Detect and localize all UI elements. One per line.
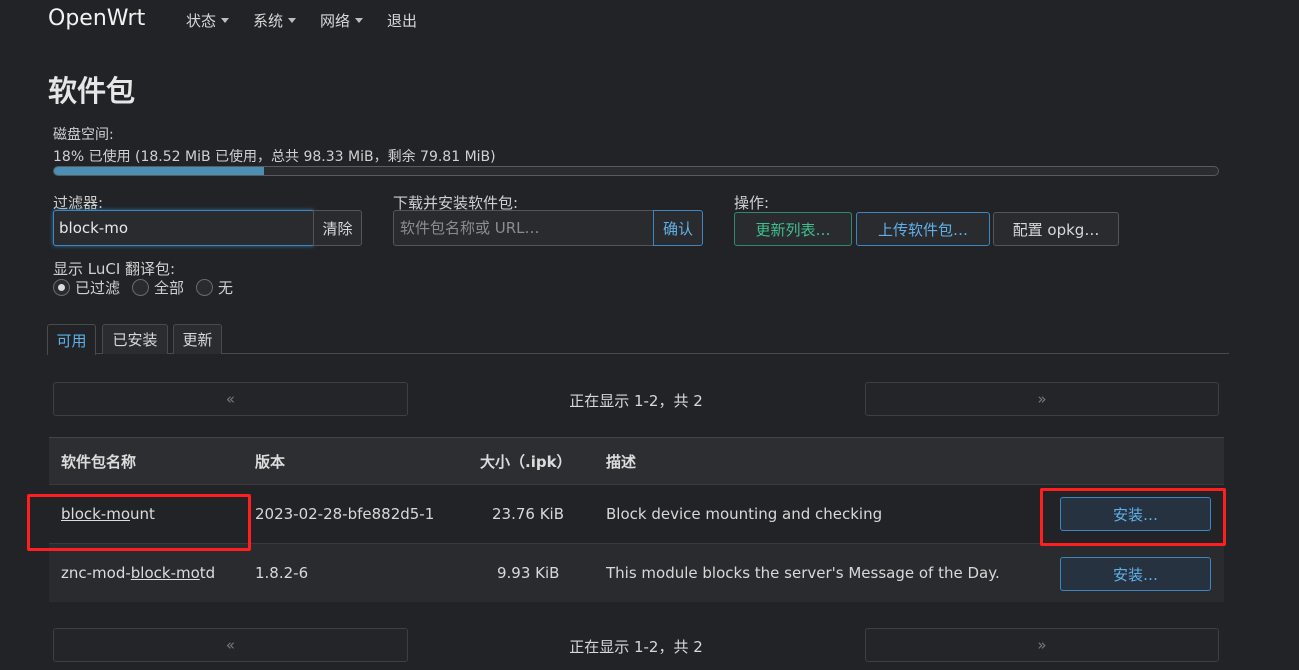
name-match: block-mo: [130, 564, 200, 582]
nav-item-system[interactable]: 系统: [253, 10, 297, 31]
clear-filter-button[interactable]: 清除: [313, 210, 362, 246]
package-description: This module blocks the server's Message …: [606, 564, 1000, 582]
chevron-down-icon: [288, 18, 297, 23]
filter-input[interactable]: block-mo: [53, 210, 314, 246]
confirm-install-button[interactable]: 确认: [653, 210, 703, 246]
package-version: 1.8.2-6: [255, 564, 309, 582]
tab-available[interactable]: 可用: [47, 324, 96, 355]
nav-item-status[interactable]: 状态: [186, 10, 230, 31]
update-lists-button[interactable]: 更新列表…: [734, 212, 852, 246]
tab-updates[interactable]: 更新: [173, 324, 222, 354]
package-version: 2023-02-28-bfe882d5-1: [255, 505, 435, 523]
luci-i18n-radio-group: 已过滤 全部 无: [53, 277, 245, 298]
actions-label: 操作:: [734, 194, 770, 212]
tab-installed[interactable]: 已安装: [102, 324, 168, 354]
column-header-description: 描述: [606, 452, 637, 471]
luci-i18n-label: 显示 LuCI 翻译包:: [53, 260, 176, 278]
radio-none[interactable]: 无: [196, 277, 233, 298]
disk-progress-bar: [53, 166, 1219, 176]
pager-prev-button-bottom[interactable]: «: [53, 628, 408, 662]
brand-logo[interactable]: OpenWrt: [48, 6, 145, 31]
package-description: Block device mounting and checking: [606, 505, 883, 523]
disk-progress-fill: [54, 167, 264, 175]
radio-label: 无: [218, 279, 234, 297]
nav-label: 状态: [186, 12, 217, 30]
nav-label: 系统: [253, 12, 284, 30]
highlight-box-install: [1040, 488, 1226, 546]
table-row: znc-mod-block-mo td 1.8.2-6 9.93 KiB This…: [49, 543, 1224, 602]
disk-usage-text: 18% 已使用 (18.52 MiB 已使用，总共 98.33 MiB，剩余 7…: [53, 149, 496, 165]
pager-status-bottom: 正在显示 1-2，共 2: [569, 638, 703, 656]
column-header-name: 软件包名称: [61, 452, 137, 471]
pager-next-button[interactable]: »: [865, 382, 1219, 416]
package-size: 9.93 KiB: [497, 564, 560, 582]
pager-prev-button[interactable]: «: [53, 382, 408, 416]
top-navbar: OpenWrt 状态 系统 网络 退出: [0, 0, 1299, 42]
radio-label: 已过滤: [75, 279, 121, 297]
chevron-down-icon: [355, 18, 364, 23]
chevron-down-icon: [221, 18, 230, 23]
nav-item-logout[interactable]: 退出: [387, 10, 417, 31]
package-name-link[interactable]: znc-mod-block-mo td: [61, 544, 215, 602]
radio-label: 全部: [154, 279, 185, 297]
install-button[interactable]: 安装…: [1060, 557, 1211, 591]
pager-status: 正在显示 1-2，共 2: [569, 392, 703, 410]
radio-unchecked-icon: [132, 279, 150, 296]
name-suffix: td: [199, 564, 216, 582]
highlight-box-package: [27, 494, 251, 551]
nav-label: 网络: [320, 12, 351, 30]
package-size: 23.76 KiB: [492, 505, 565, 523]
radio-filtered[interactable]: 已过滤: [53, 277, 120, 298]
pager-next-button-bottom[interactable]: »: [865, 628, 1219, 662]
table-header: 软件包名称 版本 大小（.ipk） 描述: [49, 437, 1224, 484]
radio-unchecked-icon: [196, 279, 214, 296]
configure-opkg-button[interactable]: 配置 opkg…: [993, 212, 1119, 246]
package-url-input[interactable]: 软件包名称或 URL…: [393, 210, 654, 246]
disk-space-label: 磁盘空间:: [53, 127, 114, 143]
page-title: 软件包: [48, 74, 136, 108]
tabs-divider: [47, 353, 1229, 354]
radio-checked-icon: [53, 279, 70, 296]
upload-package-button[interactable]: 上传软件包…: [856, 212, 990, 246]
column-header-version: 版本: [255, 452, 286, 471]
nav-label: 退出: [387, 12, 418, 30]
radio-all[interactable]: 全部: [132, 277, 184, 298]
main-nav: 状态 系统 网络 退出: [186, 10, 441, 31]
nav-item-network[interactable]: 网络: [320, 10, 364, 31]
column-header-size: 大小（.ipk）: [480, 452, 572, 471]
name-prefix: znc-mod-: [61, 564, 131, 582]
